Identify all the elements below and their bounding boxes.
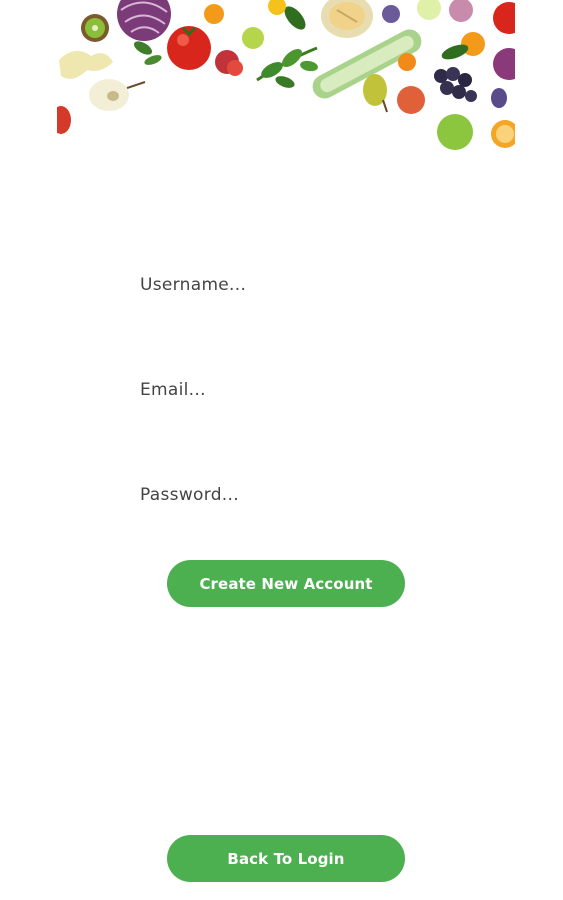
password-field[interactable] bbox=[140, 477, 440, 513]
email-field[interactable] bbox=[140, 372, 440, 408]
cabbage-right-icon bbox=[493, 48, 515, 80]
persimmon-icon bbox=[397, 86, 425, 114]
green-tomato-icon bbox=[437, 114, 473, 150]
melon-icon bbox=[321, 0, 373, 38]
vegetables-fruits-banner bbox=[57, 0, 515, 160]
ginger-icon bbox=[59, 50, 113, 79]
plum-icon bbox=[382, 5, 400, 23]
lemon-icon bbox=[268, 0, 286, 15]
herb-icon bbox=[133, 41, 162, 65]
pear-whole-icon bbox=[363, 74, 388, 113]
cherry-tomato-icon bbox=[227, 60, 243, 76]
kiwi-icon bbox=[81, 14, 109, 42]
apple-icon bbox=[417, 0, 441, 20]
username-field[interactable] bbox=[140, 267, 440, 303]
lime-icon bbox=[242, 27, 264, 49]
orange-leaf-icon bbox=[441, 32, 485, 60]
pear-icon bbox=[89, 79, 146, 111]
basil-icon bbox=[256, 46, 318, 88]
orange-icon bbox=[204, 4, 224, 24]
tomato-icon bbox=[167, 26, 211, 70]
tangerine-icon bbox=[398, 53, 416, 71]
tomato-right-icon bbox=[493, 2, 515, 34]
orange-slice-icon bbox=[491, 120, 515, 148]
grapes-icon bbox=[434, 67, 477, 102]
pepper-icon bbox=[57, 106, 71, 134]
cabbage-icon bbox=[117, 0, 171, 41]
potato-icon bbox=[491, 88, 507, 108]
create-account-button[interactable]: Create New Account bbox=[167, 560, 405, 607]
back-to-login-button[interactable]: Back To Login bbox=[167, 835, 405, 882]
signup-screen: Create New Account Back To Login bbox=[0, 0, 563, 900]
onion-icon bbox=[449, 0, 473, 22]
